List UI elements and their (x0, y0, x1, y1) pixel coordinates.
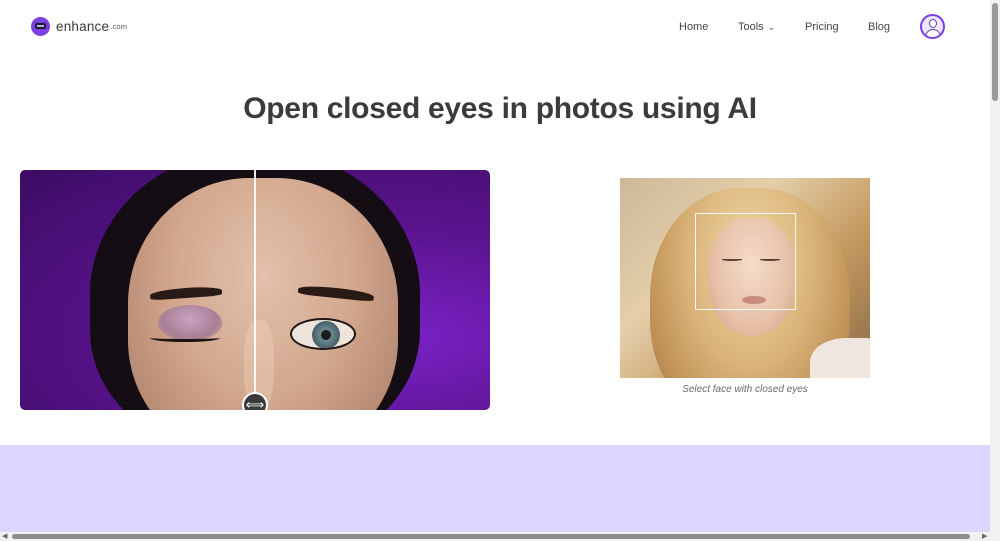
sample-caption: Select face with closed eyes (682, 384, 808, 395)
chevron-down-icon: ⌄ (767, 22, 776, 32)
slider-divider[interactable] (254, 170, 256, 410)
horizontal-scroll-thumb[interactable] (12, 534, 970, 539)
nav-pricing-link[interactable]: Pricing (805, 21, 839, 33)
vertical-scroll-thumb[interactable] (992, 3, 998, 101)
nav-tools-label: Tools (738, 21, 764, 33)
vertical-scrollbar[interactable] (990, 0, 1000, 532)
before-after-slider[interactable]: ⟺ (20, 170, 490, 410)
logo-link[interactable]: enhance.com (31, 17, 127, 36)
logo-text: enhance.com (56, 19, 127, 34)
horizontal-scrollbar[interactable]: ◀ ▶ (0, 532, 1000, 541)
avatar-head (929, 19, 937, 28)
nav-blog-link[interactable]: Blog (868, 21, 890, 33)
logo-name: enhance (56, 19, 110, 34)
nav-tools-dropdown[interactable]: Tools ⌄ (738, 21, 775, 33)
face-selection-box[interactable] (695, 213, 796, 310)
open-eye-iris (312, 321, 340, 348)
logo-icon (31, 17, 50, 36)
page-title: Open closed eyes in photos using AI (243, 92, 757, 125)
open-eye (290, 318, 356, 350)
avatar-body (925, 29, 941, 37)
upload-section-band (0, 445, 990, 532)
nav-home-link[interactable]: Home (679, 21, 708, 33)
logo-suffix: .com (110, 22, 128, 31)
user-avatar-icon[interactable] (920, 14, 945, 39)
closed-eye-lash (150, 334, 220, 342)
scroll-left-icon[interactable]: ◀ (2, 532, 7, 541)
site-header: enhance.com Home Tools ⌄ Pricing Blog (0, 0, 990, 56)
sample-image[interactable] (620, 178, 870, 378)
scroll-right-icon[interactable]: ▶ (982, 532, 987, 541)
